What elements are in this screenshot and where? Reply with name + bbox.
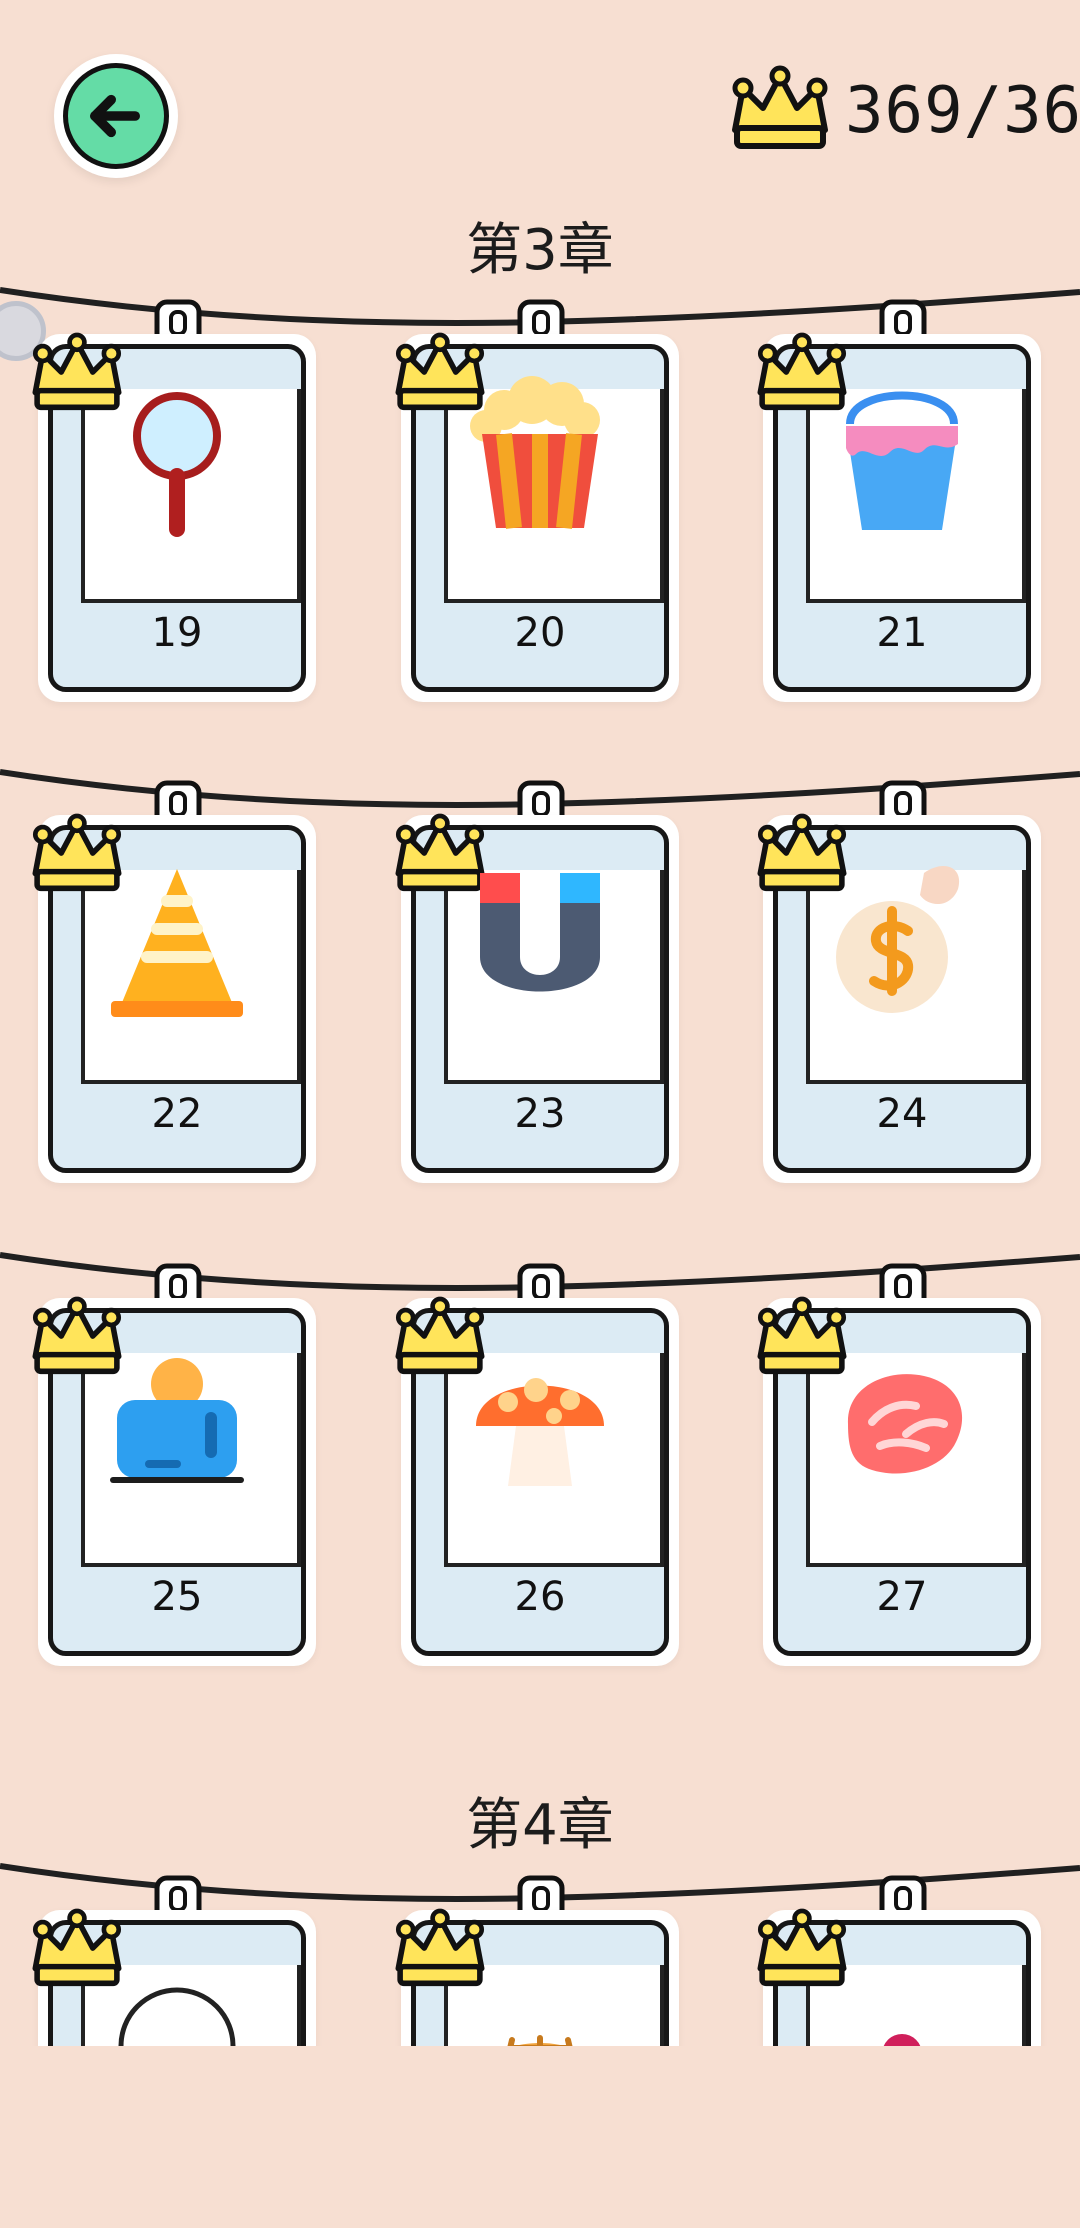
level-number: 20 <box>514 610 566 656</box>
level-card-20[interactable]: 20 <box>395 296 679 704</box>
level-number: 26 <box>514 1574 566 1620</box>
level-card-25[interactable]: 25 <box>32 1260 316 1668</box>
level-number: 23 <box>514 1091 566 1137</box>
arrow-left-icon <box>90 94 140 138</box>
chapter-title-4: 第4章 <box>466 1793 614 1858</box>
level-card-23[interactable]: 23 <box>395 777 679 1185</box>
level-number: 27 <box>876 1574 928 1620</box>
level-card-24[interactable]: 24 <box>757 777 1041 1185</box>
magnifier-icon <box>133 392 221 537</box>
steak-icon <box>847 1374 963 1474</box>
back-button-inner[interactable] <box>63 63 169 169</box>
paint-bucket-icon <box>846 391 958 530</box>
level-card-27[interactable]: 27 <box>757 1260 1041 1668</box>
level-card-26[interactable]: 26 <box>395 1260 679 1668</box>
level-number: 22 <box>151 1091 203 1137</box>
level-card-21[interactable]: 21 <box>757 296 1041 704</box>
level-number: 19 <box>151 610 203 656</box>
bottom-fade <box>0 2046 1080 2228</box>
traffic-cone-icon <box>111 869 243 1017</box>
mushroom-icon <box>476 1378 604 1486</box>
popcorn-icon <box>470 376 600 529</box>
level-select-screen: 369/369 第3章 19 <box>0 0 1080 2228</box>
magnet-icon <box>480 873 600 992</box>
level-number: 21 <box>876 610 928 656</box>
toaster-icon <box>110 1358 244 1483</box>
level-number: 24 <box>876 1091 928 1137</box>
chapter-title-3: 第3章 <box>466 218 614 283</box>
level-card-22[interactable]: 22 <box>32 777 316 1185</box>
money-bag-icon <box>836 866 960 1013</box>
score-display: 369/369 <box>725 64 1080 159</box>
level-card-19[interactable]: 19 <box>32 296 316 704</box>
score-text: 369/369 <box>845 74 1080 148</box>
back-button[interactable] <box>54 54 178 178</box>
level-number: 25 <box>151 1574 203 1620</box>
crown-icon <box>732 65 828 149</box>
